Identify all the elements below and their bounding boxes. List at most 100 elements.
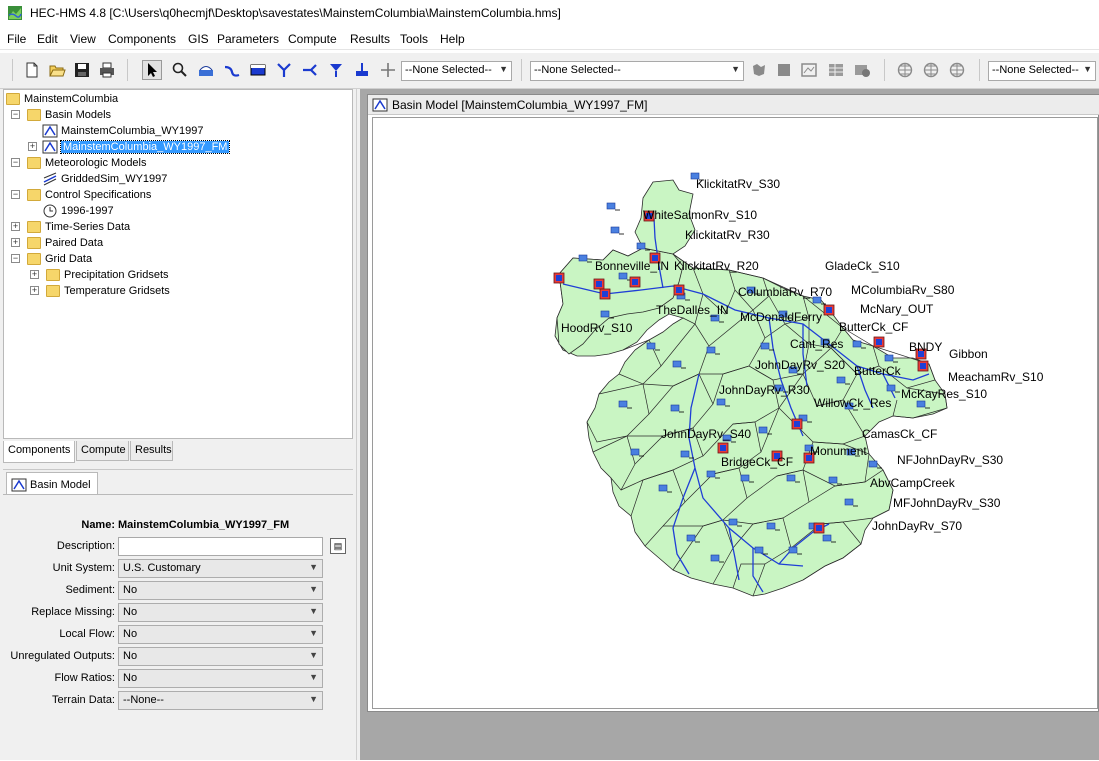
reservoir-icon[interactable] [629, 276, 641, 288]
map-label[interactable]: McNary_OUT [860, 302, 934, 316]
sink-tool-icon[interactable] [352, 60, 372, 80]
reservoir-icon[interactable] [717, 442, 729, 454]
diversion-tool-icon[interactable] [300, 60, 320, 80]
collapse-icon[interactable]: − [11, 190, 20, 199]
tree-item-time-series[interactable]: + Time-Series Data [11, 219, 130, 235]
tree-item-temp-gridsets[interactable]: + Temperature Gridsets [30, 283, 170, 299]
map-label[interactable]: JohnDayRv_S40 [661, 427, 751, 441]
map-label[interactable]: BridgeCk_CF [721, 455, 793, 469]
tree-item-root[interactable]: MainstemColumbia [6, 91, 118, 107]
reservoir-icon[interactable] [553, 272, 565, 284]
expand-icon[interactable]: + [30, 286, 39, 295]
map-label[interactable]: Bonneville_IN [595, 259, 669, 273]
save-icon[interactable] [72, 60, 92, 80]
tab-basin-model[interactable]: Basin Model [6, 472, 98, 494]
print-icon[interactable] [97, 60, 117, 80]
map-label[interactable]: ButterCk [854, 364, 902, 378]
reservoir-icon[interactable] [823, 304, 835, 316]
menu-gis[interactable]: GIS [188, 31, 209, 47]
tree-item-basin1[interactable]: MainstemColumbia_WY1997 [42, 123, 203, 139]
map-label[interactable]: KlickitatRv_R20 [674, 259, 759, 273]
map-label[interactable]: McKayRes_S10 [901, 387, 987, 401]
expand-icon[interactable]: + [11, 222, 20, 231]
replace-missing-select[interactable]: No ▼ [118, 603, 323, 622]
grid-globe-icon[interactable] [921, 60, 941, 80]
expand-icon[interactable]: + [11, 238, 20, 247]
map-label[interactable]: MFJohnDayRv_S30 [893, 496, 1001, 510]
basin-element-select[interactable]: --None Selected-- ▼ [401, 61, 512, 81]
reservoir-tool-icon[interactable] [248, 60, 268, 80]
reservoir-icon[interactable] [791, 418, 803, 430]
map-label[interactable]: TheDalles_IN [656, 303, 729, 317]
tree-item-met-models[interactable]: − Meteorologic Models [11, 155, 147, 171]
grid-globe-icon[interactable] [947, 60, 967, 80]
menu-help[interactable]: Help [440, 31, 465, 47]
flow-ratios-select[interactable]: No ▼ [118, 669, 323, 688]
menu-file[interactable]: File [7, 31, 26, 47]
map-label[interactable]: MeachamRv_S10 [948, 370, 1044, 384]
tree-item-basin-models[interactable]: − Basin Models [11, 107, 111, 123]
map-label[interactable]: Gibbon [949, 347, 988, 361]
map-label[interactable]: JohnDayRv_S20 [755, 358, 845, 372]
subbasin-icon[interactable] [610, 226, 624, 235]
tree-item-control-specs[interactable]: − Control Specifications [11, 187, 151, 203]
reach-tool-icon[interactable] [222, 60, 242, 80]
menu-results[interactable]: Results [350, 31, 390, 47]
reservoir-icon[interactable] [599, 288, 611, 300]
local-flow-select[interactable]: No ▼ [118, 625, 323, 644]
reservoir-icon[interactable] [813, 522, 825, 534]
tree-item-paired-data[interactable]: + Paired Data [11, 235, 103, 251]
tree-item-basin2[interactable]: + MainstemColumbia_WY1997_FM [28, 139, 231, 155]
reservoir-icon[interactable] [593, 278, 605, 290]
map-label[interactable]: CamasCk_CF [862, 427, 937, 441]
reservoir-icon[interactable] [873, 336, 885, 348]
tree-item-grid-data[interactable]: − Grid Data [11, 251, 92, 267]
new-file-icon[interactable] [22, 60, 42, 80]
source-tool-icon[interactable] [326, 60, 346, 80]
map-label[interactable]: BNDY [909, 340, 942, 354]
unit-system-select[interactable]: U.S. Customary ▼ [118, 559, 323, 578]
grid-select[interactable]: --None Selected-- ▼ [988, 61, 1096, 81]
crosshair-icon[interactable] [378, 60, 398, 80]
tree-item-met1[interactable]: GriddedSim_WY1997 [42, 171, 167, 187]
map-label[interactable]: GladeCk_S10 [825, 259, 900, 273]
map-label[interactable]: WhiteSalmonRv_S10 [643, 208, 757, 222]
tree-item-control1[interactable]: 1996-1997 [42, 203, 114, 219]
tab-components[interactable]: Components [3, 441, 75, 463]
basin-model-window-titlebar[interactable]: Basin Model [MainstemColumbia_WY1997_FM] [368, 95, 1099, 115]
compute-icon[interactable] [749, 60, 769, 80]
menu-compute[interactable]: Compute [288, 31, 337, 47]
description-field[interactable] [118, 537, 323, 556]
menu-parameters[interactable]: Parameters [217, 31, 279, 47]
map-label[interactable]: ButterCk_CF [839, 320, 908, 334]
basin-model-window[interactable]: Basin Model [MainstemColumbia_WY1997_FM] [367, 94, 1099, 712]
reservoir-icon[interactable] [673, 284, 685, 296]
edit-description-icon[interactable]: ▤ [330, 538, 346, 554]
map-label[interactable]: ColumbiaRv_R70 [738, 285, 832, 299]
collapse-icon[interactable]: − [11, 110, 20, 119]
reservoir-icon[interactable] [917, 360, 929, 372]
map-label[interactable]: KlickitatRv_S30 [696, 177, 780, 191]
map-label[interactable]: WillowCk_Res [814, 396, 891, 410]
map-label[interactable]: KlickitatRv_R30 [685, 228, 770, 242]
grid-globe-icon[interactable] [895, 60, 915, 80]
tab-compute[interactable]: Compute [76, 441, 129, 461]
map-label[interactable]: MColumbiaRv_S80 [851, 283, 955, 297]
menu-view[interactable]: View [70, 31, 96, 47]
sediment-select[interactable]: No ▼ [118, 581, 323, 600]
collapse-icon[interactable]: − [11, 254, 20, 263]
junction-tool-icon[interactable] [274, 60, 294, 80]
subbasin-tool-icon[interactable] [196, 60, 216, 80]
tab-results[interactable]: Results [130, 441, 173, 461]
terrain-data-select[interactable]: --None-- ▼ [118, 691, 323, 710]
time-series-table-icon[interactable] [852, 60, 872, 80]
map-label[interactable]: Monument [810, 444, 867, 458]
map-label[interactable]: HoodRv_S10 [561, 321, 633, 335]
expand-icon[interactable]: + [30, 270, 39, 279]
unregulated-outputs-select[interactable]: No ▼ [118, 647, 323, 666]
map-label[interactable]: McDonaldFerry [740, 310, 822, 324]
graph-icon[interactable] [799, 60, 819, 80]
map-label[interactable]: JohnDayRv_R30 [719, 383, 810, 397]
map-label[interactable]: JohnDayRv_S70 [872, 519, 962, 533]
menu-edit[interactable]: Edit [37, 31, 58, 47]
